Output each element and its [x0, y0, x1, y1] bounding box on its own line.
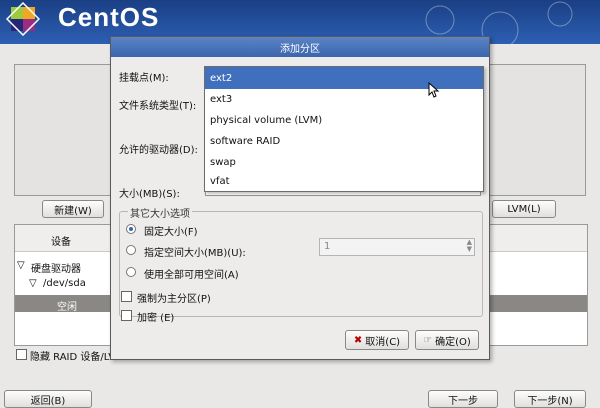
hide-raid-label: 隐藏 RAID 设备/LV	[30, 352, 116, 363]
lvm-button[interactable]: LVM(L)	[492, 200, 556, 218]
fs-option-ext3[interactable]: ext3	[205, 88, 483, 110]
cancel-label: 取消(C)	[365, 336, 401, 348]
fs-type-dropdown[interactable]: ext2 ext3 physical volume (LVM) software…	[204, 66, 484, 192]
back-button[interactable]: 返回(B)	[4, 390, 92, 408]
size-label: 大小(MB)(S):	[119, 189, 180, 200]
fill-up-to-value: 1	[324, 241, 331, 252]
encrypt-label: 加密 (E)	[137, 313, 175, 324]
column-device[interactable]: 设备	[51, 233, 71, 248]
prev-button[interactable]: 下一步	[428, 390, 498, 408]
tree-item-sda[interactable]: /dev/sda	[43, 278, 86, 289]
fixed-size-label: 固定大小(F)	[144, 227, 198, 238]
mouse-pointer-icon	[428, 82, 440, 98]
cancel-button[interactable]: ✖ 取消(C)	[345, 330, 409, 350]
fill-up-to-spinbox[interactable]: 1 ▲ ▼	[319, 238, 475, 256]
tree-item-hard-drives[interactable]: 硬盘驱动器	[31, 260, 81, 275]
next-button[interactable]: 下一步(N)	[514, 390, 586, 408]
force-primary-label: 强制为主分区(P)	[137, 294, 211, 305]
fill-all-label: 使用全部可用空间(A)	[144, 270, 239, 281]
expander-icon[interactable]: ▽	[29, 278, 37, 289]
encrypt-checkbox[interactable]	[121, 310, 132, 321]
fs-option-software-raid[interactable]: software RAID	[205, 130, 483, 152]
hide-raid-checkbox[interactable]	[16, 349, 27, 360]
ok-icon: ☞	[423, 334, 433, 346]
ok-label: 确定(O)	[435, 336, 471, 348]
brand-title: CentOS	[58, 2, 160, 32]
force-primary-checkbox[interactable]	[121, 291, 132, 302]
tree-item-free: 空闲	[57, 302, 77, 313]
allowed-drives-label: 允许的驱动器(D):	[119, 145, 198, 156]
fill-up-to-radio[interactable]	[126, 245, 136, 255]
mount-point-label: 挂载点(M):	[119, 73, 169, 84]
fill-all-radio[interactable]	[126, 267, 136, 277]
fill-up-to-label: 指定空间大小(MB)(U):	[144, 248, 246, 259]
centos-logo-icon	[6, 2, 40, 36]
fs-option-vfat[interactable]: vfat	[205, 170, 483, 192]
new-button[interactable]: 新建(W)	[42, 200, 104, 218]
fixed-size-radio[interactable]	[126, 224, 136, 234]
ok-button[interactable]: ☞ 确定(O)	[415, 330, 479, 350]
fs-option-ext2[interactable]: ext2	[205, 67, 483, 89]
other-size-options-title: 其它大小选项	[128, 205, 192, 220]
spin-down-icon[interactable]: ▼	[467, 245, 472, 253]
fs-option-lvm[interactable]: physical volume (LVM)	[205, 109, 483, 131]
fs-type-label: 文件系统类型(T):	[119, 101, 197, 112]
expander-icon[interactable]: ▽	[17, 260, 25, 271]
dialog-title: 添加分区	[111, 37, 489, 57]
cancel-icon: ✖	[353, 334, 363, 346]
